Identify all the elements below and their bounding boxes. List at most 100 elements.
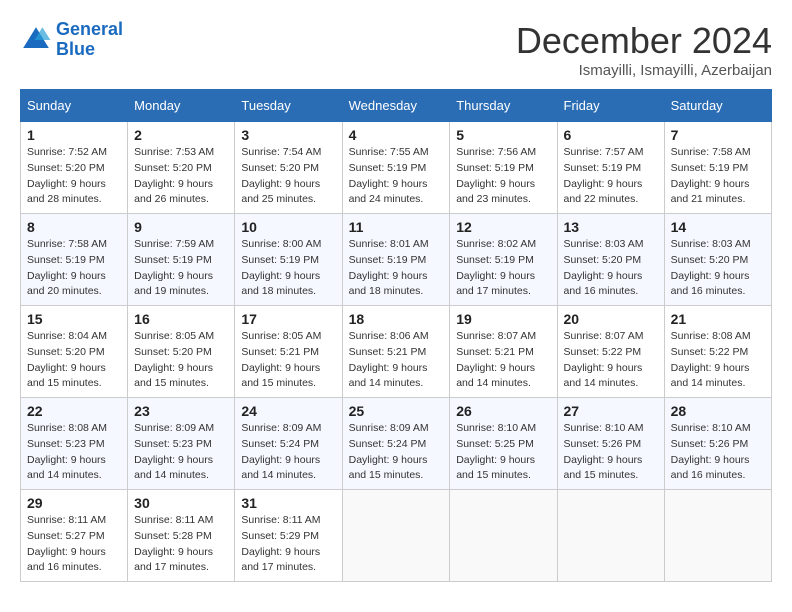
calendar-cell: 14 Sunrise: 8:03 AMSunset: 5:20 PMDaylig… xyxy=(664,214,771,306)
calendar-cell xyxy=(664,490,771,582)
day-info: Sunrise: 8:10 AMSunset: 5:26 PMDaylight:… xyxy=(671,421,765,484)
day-number: 11 xyxy=(349,219,444,235)
calendar-cell: 2 Sunrise: 7:53 AMSunset: 5:20 PMDayligh… xyxy=(128,122,235,214)
calendar-cell: 5 Sunrise: 7:56 AMSunset: 5:19 PMDayligh… xyxy=(450,122,557,214)
calendar-cell: 13 Sunrise: 8:03 AMSunset: 5:20 PMDaylig… xyxy=(557,214,664,306)
logo: General Blue xyxy=(20,20,123,60)
day-info: Sunrise: 7:59 AMSunset: 5:19 PMDaylight:… xyxy=(134,237,228,300)
calendar-cell: 6 Sunrise: 7:57 AMSunset: 5:19 PMDayligh… xyxy=(557,122,664,214)
day-info: Sunrise: 7:53 AMSunset: 5:20 PMDaylight:… xyxy=(134,145,228,208)
day-number: 29 xyxy=(27,495,121,511)
day-number: 9 xyxy=(134,219,228,235)
calendar-week-1: 1 Sunrise: 7:52 AMSunset: 5:20 PMDayligh… xyxy=(21,122,772,214)
day-info: Sunrise: 8:06 AMSunset: 5:21 PMDaylight:… xyxy=(349,329,444,392)
weekday-header-saturday: Saturday xyxy=(664,90,771,122)
day-number: 5 xyxy=(456,127,550,143)
logo-text: General Blue xyxy=(56,20,123,60)
day-info: Sunrise: 8:07 AMSunset: 5:22 PMDaylight:… xyxy=(564,329,658,392)
day-number: 26 xyxy=(456,403,550,419)
day-number: 18 xyxy=(349,311,444,327)
day-number: 14 xyxy=(671,219,765,235)
day-info: Sunrise: 8:09 AMSunset: 5:23 PMDaylight:… xyxy=(134,421,228,484)
day-number: 25 xyxy=(349,403,444,419)
calendar-cell: 24 Sunrise: 8:09 AMSunset: 5:24 PMDaylig… xyxy=(235,398,342,490)
weekday-header-sunday: Sunday xyxy=(21,90,128,122)
calendar-cell: 19 Sunrise: 8:07 AMSunset: 5:21 PMDaylig… xyxy=(450,306,557,398)
calendar-cell xyxy=(342,490,450,582)
day-number: 31 xyxy=(241,495,335,511)
day-number: 27 xyxy=(564,403,658,419)
day-number: 23 xyxy=(134,403,228,419)
day-info: Sunrise: 7:56 AMSunset: 5:19 PMDaylight:… xyxy=(456,145,550,208)
calendar-cell: 22 Sunrise: 8:08 AMSunset: 5:23 PMDaylig… xyxy=(21,398,128,490)
day-info: Sunrise: 8:11 AMSunset: 5:27 PMDaylight:… xyxy=(27,513,121,576)
calendar-cell: 25 Sunrise: 8:09 AMSunset: 5:24 PMDaylig… xyxy=(342,398,450,490)
day-number: 15 xyxy=(27,311,121,327)
calendar-table: SundayMondayTuesdayWednesdayThursdayFrid… xyxy=(20,89,772,582)
month-title: December 2024 xyxy=(516,20,772,62)
calendar-cell: 10 Sunrise: 8:00 AMSunset: 5:19 PMDaylig… xyxy=(235,214,342,306)
calendar-cell: 18 Sunrise: 8:06 AMSunset: 5:21 PMDaylig… xyxy=(342,306,450,398)
calendar-cell: 15 Sunrise: 8:04 AMSunset: 5:20 PMDaylig… xyxy=(21,306,128,398)
day-info: Sunrise: 8:11 AMSunset: 5:28 PMDaylight:… xyxy=(134,513,228,576)
day-info: Sunrise: 8:02 AMSunset: 5:19 PMDaylight:… xyxy=(456,237,550,300)
day-info: Sunrise: 7:57 AMSunset: 5:19 PMDaylight:… xyxy=(564,145,658,208)
calendar-cell: 28 Sunrise: 8:10 AMSunset: 5:26 PMDaylig… xyxy=(664,398,771,490)
calendar-cell: 11 Sunrise: 8:01 AMSunset: 5:19 PMDaylig… xyxy=(342,214,450,306)
calendar-cell: 7 Sunrise: 7:58 AMSunset: 5:19 PMDayligh… xyxy=(664,122,771,214)
day-number: 13 xyxy=(564,219,658,235)
day-number: 22 xyxy=(27,403,121,419)
calendar-week-4: 22 Sunrise: 8:08 AMSunset: 5:23 PMDaylig… xyxy=(21,398,772,490)
day-number: 12 xyxy=(456,219,550,235)
day-info: Sunrise: 7:54 AMSunset: 5:20 PMDaylight:… xyxy=(241,145,335,208)
calendar-week-3: 15 Sunrise: 8:04 AMSunset: 5:20 PMDaylig… xyxy=(21,306,772,398)
calendar-cell: 21 Sunrise: 8:08 AMSunset: 5:22 PMDaylig… xyxy=(664,306,771,398)
calendar-week-5: 29 Sunrise: 8:11 AMSunset: 5:27 PMDaylig… xyxy=(21,490,772,582)
day-number: 19 xyxy=(456,311,550,327)
day-info: Sunrise: 8:03 AMSunset: 5:20 PMDaylight:… xyxy=(564,237,658,300)
logo-icon xyxy=(20,24,52,56)
calendar-week-2: 8 Sunrise: 7:58 AMSunset: 5:19 PMDayligh… xyxy=(21,214,772,306)
calendar-cell: 27 Sunrise: 8:10 AMSunset: 5:26 PMDaylig… xyxy=(557,398,664,490)
calendar-cell: 20 Sunrise: 8:07 AMSunset: 5:22 PMDaylig… xyxy=(557,306,664,398)
calendar-cell: 8 Sunrise: 7:58 AMSunset: 5:19 PMDayligh… xyxy=(21,214,128,306)
weekday-header-tuesday: Tuesday xyxy=(235,90,342,122)
calendar-cell: 3 Sunrise: 7:54 AMSunset: 5:20 PMDayligh… xyxy=(235,122,342,214)
calendar-cell: 26 Sunrise: 8:10 AMSunset: 5:25 PMDaylig… xyxy=(450,398,557,490)
calendar-cell: 1 Sunrise: 7:52 AMSunset: 5:20 PMDayligh… xyxy=(21,122,128,214)
calendar-cell: 23 Sunrise: 8:09 AMSunset: 5:23 PMDaylig… xyxy=(128,398,235,490)
day-info: Sunrise: 8:10 AMSunset: 5:25 PMDaylight:… xyxy=(456,421,550,484)
day-info: Sunrise: 8:08 AMSunset: 5:22 PMDaylight:… xyxy=(671,329,765,392)
day-info: Sunrise: 7:58 AMSunset: 5:19 PMDaylight:… xyxy=(671,145,765,208)
day-number: 17 xyxy=(241,311,335,327)
day-number: 8 xyxy=(27,219,121,235)
calendar-cell: 31 Sunrise: 8:11 AMSunset: 5:29 PMDaylig… xyxy=(235,490,342,582)
calendar-cell: 9 Sunrise: 7:59 AMSunset: 5:19 PMDayligh… xyxy=(128,214,235,306)
day-info: Sunrise: 8:09 AMSunset: 5:24 PMDaylight:… xyxy=(241,421,335,484)
day-number: 2 xyxy=(134,127,228,143)
day-info: Sunrise: 8:05 AMSunset: 5:20 PMDaylight:… xyxy=(134,329,228,392)
day-number: 24 xyxy=(241,403,335,419)
weekday-header-row: SundayMondayTuesdayWednesdayThursdayFrid… xyxy=(21,90,772,122)
calendar-cell: 17 Sunrise: 8:05 AMSunset: 5:21 PMDaylig… xyxy=(235,306,342,398)
day-number: 20 xyxy=(564,311,658,327)
calendar-cell: 12 Sunrise: 8:02 AMSunset: 5:19 PMDaylig… xyxy=(450,214,557,306)
day-info: Sunrise: 7:55 AMSunset: 5:19 PMDaylight:… xyxy=(349,145,444,208)
day-info: Sunrise: 8:05 AMSunset: 5:21 PMDaylight:… xyxy=(241,329,335,392)
location: Ismayilli, Ismayilli, Azerbaijan xyxy=(516,62,772,79)
day-number: 10 xyxy=(241,219,335,235)
calendar-cell xyxy=(450,490,557,582)
weekday-header-wednesday: Wednesday xyxy=(342,90,450,122)
day-info: Sunrise: 8:09 AMSunset: 5:24 PMDaylight:… xyxy=(349,421,444,484)
day-number: 3 xyxy=(241,127,335,143)
day-info: Sunrise: 8:01 AMSunset: 5:19 PMDaylight:… xyxy=(349,237,444,300)
day-info: Sunrise: 7:52 AMSunset: 5:20 PMDaylight:… xyxy=(27,145,121,208)
calendar-cell: 16 Sunrise: 8:05 AMSunset: 5:20 PMDaylig… xyxy=(128,306,235,398)
title-area: December 2024 Ismayilli, Ismayilli, Azer… xyxy=(516,20,772,79)
day-info: Sunrise: 8:03 AMSunset: 5:20 PMDaylight:… xyxy=(671,237,765,300)
day-info: Sunrise: 7:58 AMSunset: 5:19 PMDaylight:… xyxy=(27,237,121,300)
page-header: General Blue December 2024 Ismayilli, Is… xyxy=(20,20,772,79)
calendar-cell: 30 Sunrise: 8:11 AMSunset: 5:28 PMDaylig… xyxy=(128,490,235,582)
day-info: Sunrise: 8:07 AMSunset: 5:21 PMDaylight:… xyxy=(456,329,550,392)
day-number: 4 xyxy=(349,127,444,143)
